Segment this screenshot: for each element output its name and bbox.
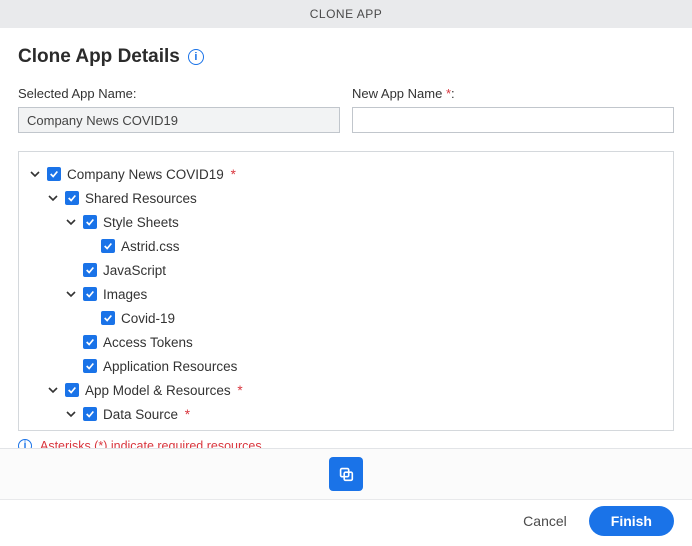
cancel-button[interactable]: Cancel [513,507,577,535]
tree-node-images[interactable]: Images [103,287,147,302]
tree-node-covid-19[interactable]: Covid-19 [121,311,175,326]
tree-node-data-source[interactable]: Data Source * [103,407,190,422]
checkbox[interactable] [83,215,97,229]
chevron-down-icon[interactable] [47,192,59,204]
checkbox[interactable] [83,263,97,277]
tree-node-shared-resources[interactable]: Shared Resources [85,191,197,206]
selected-app-label: Selected App Name: [18,86,340,101]
selected-app-value: Company News COVID19 [27,113,178,128]
tree-node-style-sheets[interactable]: Style Sheets [103,215,179,230]
info-icon[interactable]: i [188,49,204,65]
clone-icon [337,465,355,483]
dialog-title: CLONE APP [310,7,383,21]
clone-icon-button[interactable] [329,457,363,491]
selected-app-field: Company News COVID19 [18,107,340,133]
finish-button[interactable]: Finish [589,506,674,536]
chevron-down-icon[interactable] [65,216,77,228]
checkbox[interactable] [101,311,115,325]
checkbox[interactable] [47,167,61,181]
tree-node-astrid-css[interactable]: Astrid.css [121,239,180,254]
tree-node-javascript[interactable]: JavaScript [103,263,166,278]
tree-node-access-tokens[interactable]: Access Tokens [103,335,193,350]
chevron-down-icon[interactable] [65,288,77,300]
checkbox[interactable] [65,383,79,397]
checkbox[interactable] [83,287,97,301]
tree-node-root[interactable]: Company News COVID19 * [67,167,236,182]
chevron-down-icon[interactable] [29,168,41,180]
checkbox[interactable] [83,407,97,421]
chevron-down-icon[interactable] [65,408,77,420]
checkbox[interactable] [65,191,79,205]
checkbox[interactable] [83,335,97,349]
new-app-input[interactable] [352,107,674,133]
dialog-title-bar: CLONE APP [0,0,692,28]
tree-node-app-model-resources[interactable]: App Model & Resources * [85,383,243,398]
resources-tree: Company News COVID19 * Shared Resources [18,151,674,431]
new-app-label: New App Name *: [352,86,674,101]
checkbox[interactable] [101,239,115,253]
chevron-down-icon[interactable] [47,384,59,396]
page-title: Clone App Details [18,46,180,68]
checkbox[interactable] [83,359,97,373]
tree-node-application-resources[interactable]: Application Resources [103,359,237,374]
